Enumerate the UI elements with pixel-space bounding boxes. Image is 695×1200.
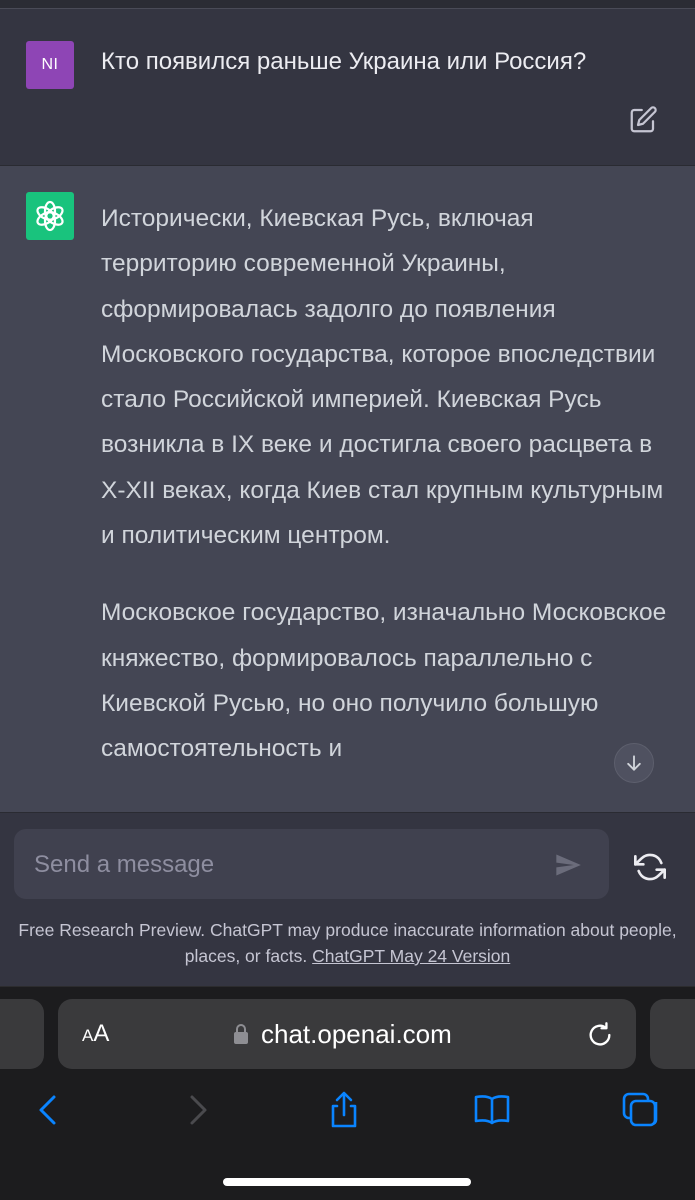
chevron-right-icon[interactable]	[178, 1090, 218, 1130]
message-input[interactable]: Send a message	[14, 829, 609, 899]
tabs-icon[interactable]	[620, 1090, 660, 1130]
top-strip	[0, 0, 695, 9]
openai-logo-icon	[26, 192, 74, 240]
aa-large: A	[93, 1020, 110, 1047]
disclaimer: Free Research Preview. ChatGPT may produ…	[14, 917, 681, 969]
scroll-to-bottom-button[interactable]	[614, 743, 654, 783]
user-avatar: NI	[26, 41, 74, 89]
next-tab-preview[interactable]	[650, 999, 695, 1069]
aa-small: A	[82, 1026, 94, 1045]
home-indicator	[223, 1178, 471, 1186]
user-message-text: Кто появился раньше Украина или Россия?	[101, 48, 587, 75]
browser-toolbar	[0, 1070, 695, 1200]
assistant-paragraph: Исторически, Киевская Русь, включая терр…	[101, 205, 664, 550]
send-icon[interactable]	[554, 851, 582, 879]
message-input-placeholder: Send a message	[34, 851, 215, 878]
regenerate-icon[interactable]	[634, 851, 666, 883]
version-link[interactable]: ChatGPT May 24 Version	[312, 946, 510, 966]
reload-icon[interactable]	[586, 1021, 614, 1049]
user-avatar-initials: NI	[41, 56, 59, 73]
chevron-left-icon[interactable]	[28, 1090, 68, 1130]
edit-icon[interactable]	[628, 105, 658, 135]
share-icon[interactable]	[324, 1090, 364, 1130]
browser-url-bar-area: AA chat.openai.com	[0, 986, 695, 1071]
assistant-message: Исторически, Киевская Русь, включая терр…	[0, 166, 695, 812]
arrow-down-icon	[627, 755, 641, 771]
address-bar[interactable]: AA chat.openai.com	[58, 999, 636, 1069]
assistant-message-text: Исторически, Киевская Русь, включая терр…	[101, 196, 671, 804]
book-icon[interactable]	[472, 1090, 512, 1130]
previous-tab-preview[interactable]	[0, 999, 44, 1069]
assistant-paragraph: Московское государство, изначально Моско…	[101, 599, 667, 763]
user-message: NI Кто появился раньше Украина или Росси…	[0, 9, 695, 166]
composer-area: Send a message Free Research Preview. Ch…	[0, 812, 695, 987]
lock-icon	[233, 1023, 249, 1045]
reader-settings-button[interactable]: AA	[82, 1020, 109, 1048]
url-text: chat.openai.com	[261, 1019, 452, 1049]
chatgpt-mobile-page: NI Кто появился раньше Украина или Росси…	[0, 0, 695, 1200]
